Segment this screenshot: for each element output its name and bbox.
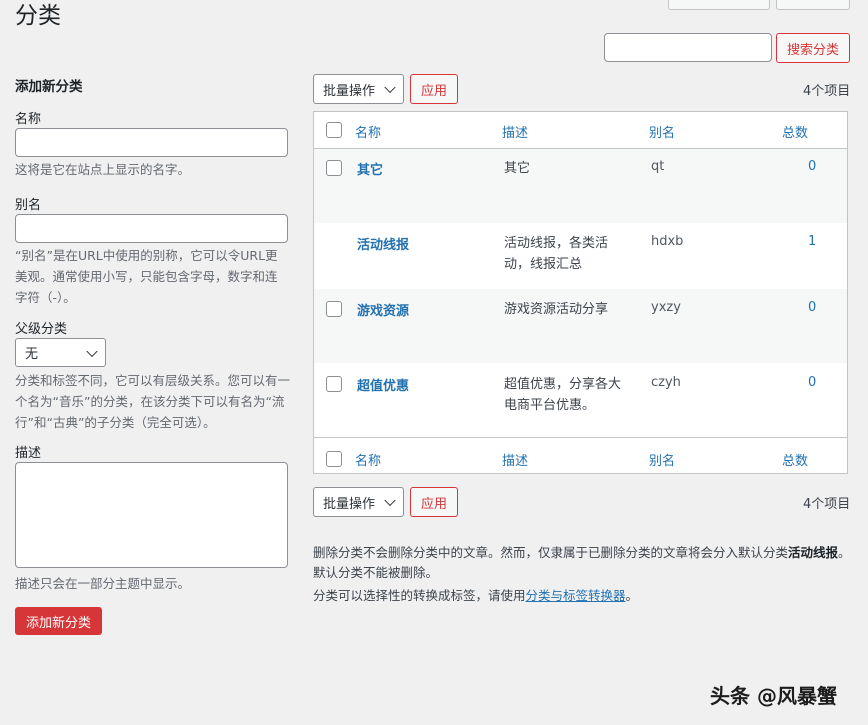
chevron-down-icon <box>86 345 98 357</box>
category-name-link[interactable]: 活动线报 <box>357 234 409 253</box>
column-slug[interactable]: 别名 <box>649 122 675 141</box>
select-all-checkbox-footer[interactable] <box>326 451 342 467</box>
add-form-heading: 添加新分类 <box>15 79 83 95</box>
table-header: 名称 描述 别名 总数 <box>314 112 847 149</box>
name-label: 名称 <box>15 112 42 127</box>
description-textarea[interactable] <box>15 462 288 568</box>
column-name-footer[interactable]: 名称 <box>355 450 381 469</box>
category-description: 游戏资源活动分享 <box>504 302 609 317</box>
chevron-down-icon <box>384 81 396 94</box>
column-count[interactable]: 总数 <box>782 122 808 141</box>
page-title: 分类 <box>15 3 61 29</box>
items-count-top: 4个项目 <box>803 84 851 99</box>
desc-help: 描述只会在一部分主题中显示。 <box>15 576 191 591</box>
delete-note: 删除分类不会删除分类中的文章。然而，仅隶属于已删除分类的文章将会分入默认分类活动… <box>313 545 851 580</box>
parent-label: 父级分类 <box>15 322 68 337</box>
convert-note: 分类可以选择性的转换成标签，请使用分类与标签转换器。 <box>313 588 639 603</box>
table-footer: 名称 描述 别名 总数 <box>314 438 847 473</box>
converter-link[interactable]: 分类与标签转换器 <box>526 588 626 603</box>
table-row: 活动线报 活动线报，各类活动，线报汇总 hdxb 1 <box>314 223 847 289</box>
category-description: 活动线报，各类活动，线报汇总 <box>504 236 609 272</box>
select-all-checkbox[interactable] <box>326 122 342 138</box>
parent-category-select[interactable]: 无 <box>15 338 106 367</box>
items-count-bottom: 4个项目 <box>803 497 851 512</box>
bulk-actions-label: 批量操作 <box>323 83 376 99</box>
search-categories-button[interactable]: 搜索分类 <box>776 33 850 63</box>
category-count-link[interactable]: 0 <box>808 300 816 315</box>
category-slug: hdxb <box>651 234 684 249</box>
column-description-footer[interactable]: 描述 <box>502 450 528 469</box>
category-description: 超值优惠，分享各大电商平台优惠。 <box>504 377 622 413</box>
category-slug: czyh <box>651 375 681 390</box>
slug-help: “别名”是在URL中使用的别称，它可以令URL更美观。通常使用小写，只能包含字母… <box>15 248 278 305</box>
column-slug-footer[interactable]: 别名 <box>649 450 675 469</box>
slug-label: 别名 <box>15 198 42 213</box>
table-row: 其它 其它 qt 0 <box>314 149 847 223</box>
category-description: 其它 <box>504 161 531 176</box>
parent-selected-value: 无 <box>25 347 39 362</box>
name-input[interactable] <box>15 128 288 157</box>
add-new-category-button[interactable]: 添加新分类 <box>15 607 102 635</box>
category-name-link[interactable]: 游戏资源 <box>357 300 409 319</box>
apply-button-bottom[interactable]: 应用 <box>410 487 458 517</box>
category-slug: qt <box>651 159 665 174</box>
row-checkbox[interactable] <box>326 160 342 176</box>
column-name[interactable]: 名称 <box>355 122 381 141</box>
parent-help: 分类和标签不同，它可以有层级关系。您可以有一个名为“音乐”的分类，在该分类下可以… <box>15 373 291 430</box>
bulk-actions-select-top[interactable]: 批量操作 <box>313 74 404 104</box>
bulk-actions-select-bottom[interactable]: 批量操作 <box>313 487 404 517</box>
default-category-name: 活动线报 <box>788 545 839 560</box>
help-button[interactable] <box>776 0 850 10</box>
desc-label: 描述 <box>15 446 42 461</box>
chevron-down-icon <box>384 494 396 507</box>
categories-table: 名称 描述 别名 总数 其它 其它 qt 0 活动线报 活动线报，各类活动，线报… <box>313 111 848 474</box>
row-checkbox[interactable] <box>326 376 342 392</box>
table-row: 超值优惠 超值优惠，分享各大电商平台优惠。 czyh 0 <box>314 363 847 438</box>
screen-options-button[interactable] <box>668 0 770 10</box>
name-help: 这将是它在站点上显示的名字。 <box>15 162 191 177</box>
column-description[interactable]: 描述 <box>502 122 528 141</box>
slug-input[interactable] <box>15 214 288 243</box>
category-name-link[interactable]: 超值优惠 <box>357 375 409 394</box>
apply-button-top[interactable]: 应用 <box>410 74 458 104</box>
category-slug: yxzy <box>651 300 681 315</box>
search-input[interactable] <box>604 33 772 62</box>
category-count-link[interactable]: 1 <box>808 234 816 249</box>
table-row: 游戏资源 游戏资源活动分享 yxzy 0 <box>314 289 847 363</box>
watermark: 头条 @风暴蟹 <box>710 684 837 708</box>
category-count-link[interactable]: 0 <box>808 159 816 174</box>
row-checkbox[interactable] <box>326 301 342 317</box>
category-count-link[interactable]: 0 <box>808 375 816 390</box>
column-count-footer[interactable]: 总数 <box>782 450 808 469</box>
bulk-actions-label: 批量操作 <box>323 496 376 512</box>
category-name-link[interactable]: 其它 <box>357 159 383 178</box>
